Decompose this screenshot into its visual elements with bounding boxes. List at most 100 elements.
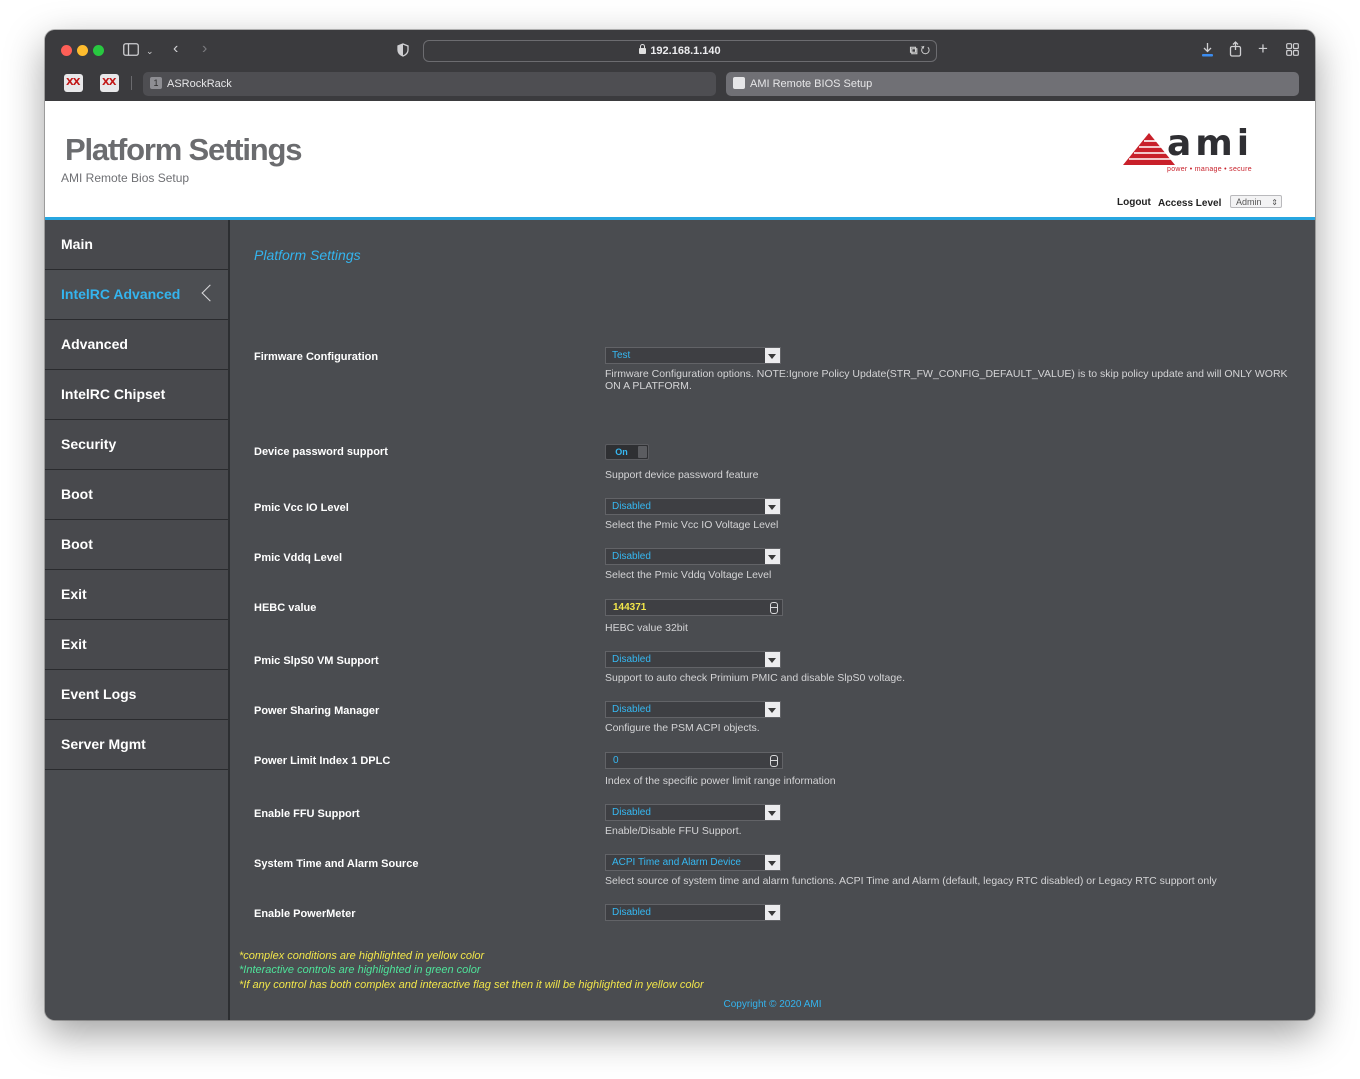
stepper-icon[interactable]	[770, 602, 778, 614]
setting-help-text: Select the Pmic Vddq Voltage Level	[605, 569, 772, 581]
copyright-text: Copyright © 2020 AMI	[723, 999, 822, 1010]
sidebar-item-boot[interactable]: Boot	[45, 520, 228, 570]
sidebar-item-intelrc-advanced[interactable]: IntelRC Advanced	[45, 270, 228, 320]
download-icon[interactable]	[1201, 42, 1214, 59]
sidebar-item-label: Exit	[61, 586, 87, 602]
toggle-knob	[638, 446, 647, 458]
setting-label: HEBC value	[254, 602, 317, 614]
setting-label: Enable FFU Support	[254, 808, 360, 820]
setting-label: Power Sharing Manager	[254, 705, 380, 717]
setting-help-text: Support to auto check Primium PMIC and d…	[605, 672, 905, 684]
setting-label: Firmware Configuration	[254, 351, 379, 363]
hebc-value-input[interactable]: 144371	[605, 599, 783, 616]
browser-window: ⌄ ‹ › 192.168.1.140 ⧉ ↻ + 1 ASRockRack	[45, 30, 1315, 1020]
tab-divider	[131, 76, 132, 90]
setting-help-text: Configure the PSM ACPI objects.	[605, 722, 760, 734]
page-title: Platform Settings	[65, 132, 302, 167]
sidebar-nav: Main IntelRC Advanced Advanced IntelRC C…	[45, 220, 230, 1020]
sidebar-item-intelrc-chipset[interactable]: IntelRC Chipset	[45, 370, 228, 420]
ami-logo-tagline: power • manage • secure	[1167, 166, 1252, 173]
sidebar-item-security[interactable]: Security	[45, 420, 228, 470]
chevron-down-icon[interactable]: ⌄	[146, 44, 154, 58]
sidebar-item-label: Advanced	[61, 336, 128, 352]
new-tab-icon[interactable]: +	[1258, 40, 1268, 57]
sidebar-item-advanced[interactable]: Advanced	[45, 320, 228, 370]
sidebar-toggle-icon[interactable]	[123, 43, 139, 58]
pinned-tab-favicon[interactable]	[100, 74, 119, 92]
minimize-window-button[interactable]	[77, 45, 88, 56]
sidebar-item-exit[interactable]: Exit	[45, 570, 228, 620]
hebc-value-text: 144371	[613, 602, 647, 613]
setting-help-text: Select source of system time and alarm f…	[605, 875, 1217, 887]
browser-toolbar: ⌄ ‹ › 192.168.1.140 ⧉ ↻ + 1 ASRockRack	[45, 30, 1315, 102]
lock-icon	[639, 44, 647, 54]
settings-panel: Platform Settings Firmware Configuration…	[230, 220, 1315, 1020]
tab-overview-icon[interactable]	[1286, 43, 1299, 58]
sidebar-item-main[interactable]: Main	[45, 220, 228, 270]
access-level-select[interactable]: Admin	[1230, 195, 1282, 209]
access-level-label: Access Level	[1158, 198, 1222, 209]
power-limit-index-text: 0	[613, 755, 619, 766]
setting-help-text: Firmware Configuration options. NOTE:Ign…	[605, 368, 1288, 392]
close-window-button[interactable]	[61, 45, 72, 56]
sidebar-item-label: Security	[61, 436, 117, 452]
sidebar-item-label: Event Logs	[61, 686, 137, 702]
translate-icon[interactable]: ⧉	[910, 45, 918, 57]
stepper-icon[interactable]	[770, 755, 778, 767]
legend-complex-note: *complex conditions are highlighted in y…	[239, 950, 485, 962]
sidebar-item-event-logs[interactable]: Event Logs	[45, 670, 228, 720]
sidebar-item-server-mgmt[interactable]: Server Mgmt	[45, 720, 228, 770]
setting-label: Pmic Vcc IO Level	[254, 502, 349, 514]
tab-number-badge: 1	[150, 77, 162, 90]
sidebar-item-label: IntelRC Chipset	[61, 386, 166, 402]
browser-tab-label: AMI Remote BIOS Setup	[750, 78, 873, 90]
device-password-support-toggle[interactable]: On	[605, 444, 649, 460]
power-sharing-manager-select[interactable]: Disabled	[605, 701, 781, 718]
setting-label: Power Limit Index 1 DPLC	[254, 755, 391, 767]
pmic-vcc-io-level-select[interactable]: Disabled	[605, 498, 781, 515]
sidebar-item-boot[interactable]: Boot	[45, 470, 228, 520]
tab-favicon-icon	[733, 77, 745, 90]
reload-icon[interactable]: ↻	[921, 45, 930, 57]
power-limit-index-input[interactable]: 0	[605, 752, 783, 769]
toggle-state-label: On	[615, 447, 628, 457]
setting-help-text: Index of the specific power limit range …	[605, 775, 836, 787]
setting-label: Pmic SlpS0 VM Support	[254, 655, 379, 667]
pinned-tab-favicon[interactable]	[64, 74, 83, 92]
back-icon[interactable]: ‹	[173, 41, 178, 57]
logout-link[interactable]: Logout	[1117, 197, 1151, 208]
chevron-left-icon	[201, 284, 219, 302]
pmic-vddq-level-select[interactable]: Disabled	[605, 548, 781, 565]
sidebar-item-label: Exit	[61, 636, 87, 652]
privacy-shield-icon[interactable]	[397, 43, 409, 59]
browser-tab-label: ASRockRack	[167, 78, 232, 90]
ami-logo: ami power • manage • secure	[1123, 123, 1285, 175]
page-subtitle: AMI Remote Bios Setup	[61, 171, 190, 185]
browser-tab-ami-remote-bios-setup[interactable]: AMI Remote BIOS Setup	[726, 72, 1299, 96]
sidebar-item-label: Server Mgmt	[61, 736, 146, 752]
enable-ffu-support-select[interactable]: Disabled	[605, 804, 781, 821]
browser-tab-asrockrack[interactable]: 1 ASRockRack	[143, 72, 716, 96]
legend-both-note: *If any control has both complex and int…	[239, 979, 704, 991]
firmware-configuration-select[interactable]: Test	[605, 347, 781, 364]
pmic-slps0-vm-support-select[interactable]: Disabled	[605, 651, 781, 668]
forward-icon[interactable]: ›	[202, 41, 207, 57]
setting-help-text: Select the Pmic Vcc IO Voltage Level	[605, 519, 779, 531]
section-title: Platform Settings	[254, 247, 361, 263]
legend-interactive-note: *Interactive controls are highlighted in…	[239, 964, 481, 976]
setting-label: System Time and Alarm Source	[254, 858, 419, 870]
address-bar[interactable]: 192.168.1.140 ⧉ ↻	[423, 40, 937, 62]
share-icon[interactable]	[1229, 41, 1242, 59]
sidebar-item-exit[interactable]: Exit	[45, 620, 228, 670]
system-time-and-alarm-source-select[interactable]: ACPI Time and Alarm Device	[605, 854, 781, 871]
address-bar-url: 192.168.1.140	[650, 45, 721, 57]
sidebar-item-label: Boot	[61, 486, 93, 502]
ami-logo-text: ami	[1167, 123, 1254, 164]
enable-powermeter-select[interactable]: Disabled	[605, 904, 781, 921]
sidebar-item-label: Boot	[61, 536, 93, 552]
setting-label: Pmic Vddq Level	[254, 552, 343, 564]
sidebar-item-label: IntelRC Advanced	[61, 286, 181, 302]
setting-help-text: Support device password feature	[605, 469, 759, 481]
zoom-window-button[interactable]	[93, 45, 104, 56]
setting-help-text: Enable/Disable FFU Support.	[605, 825, 742, 837]
